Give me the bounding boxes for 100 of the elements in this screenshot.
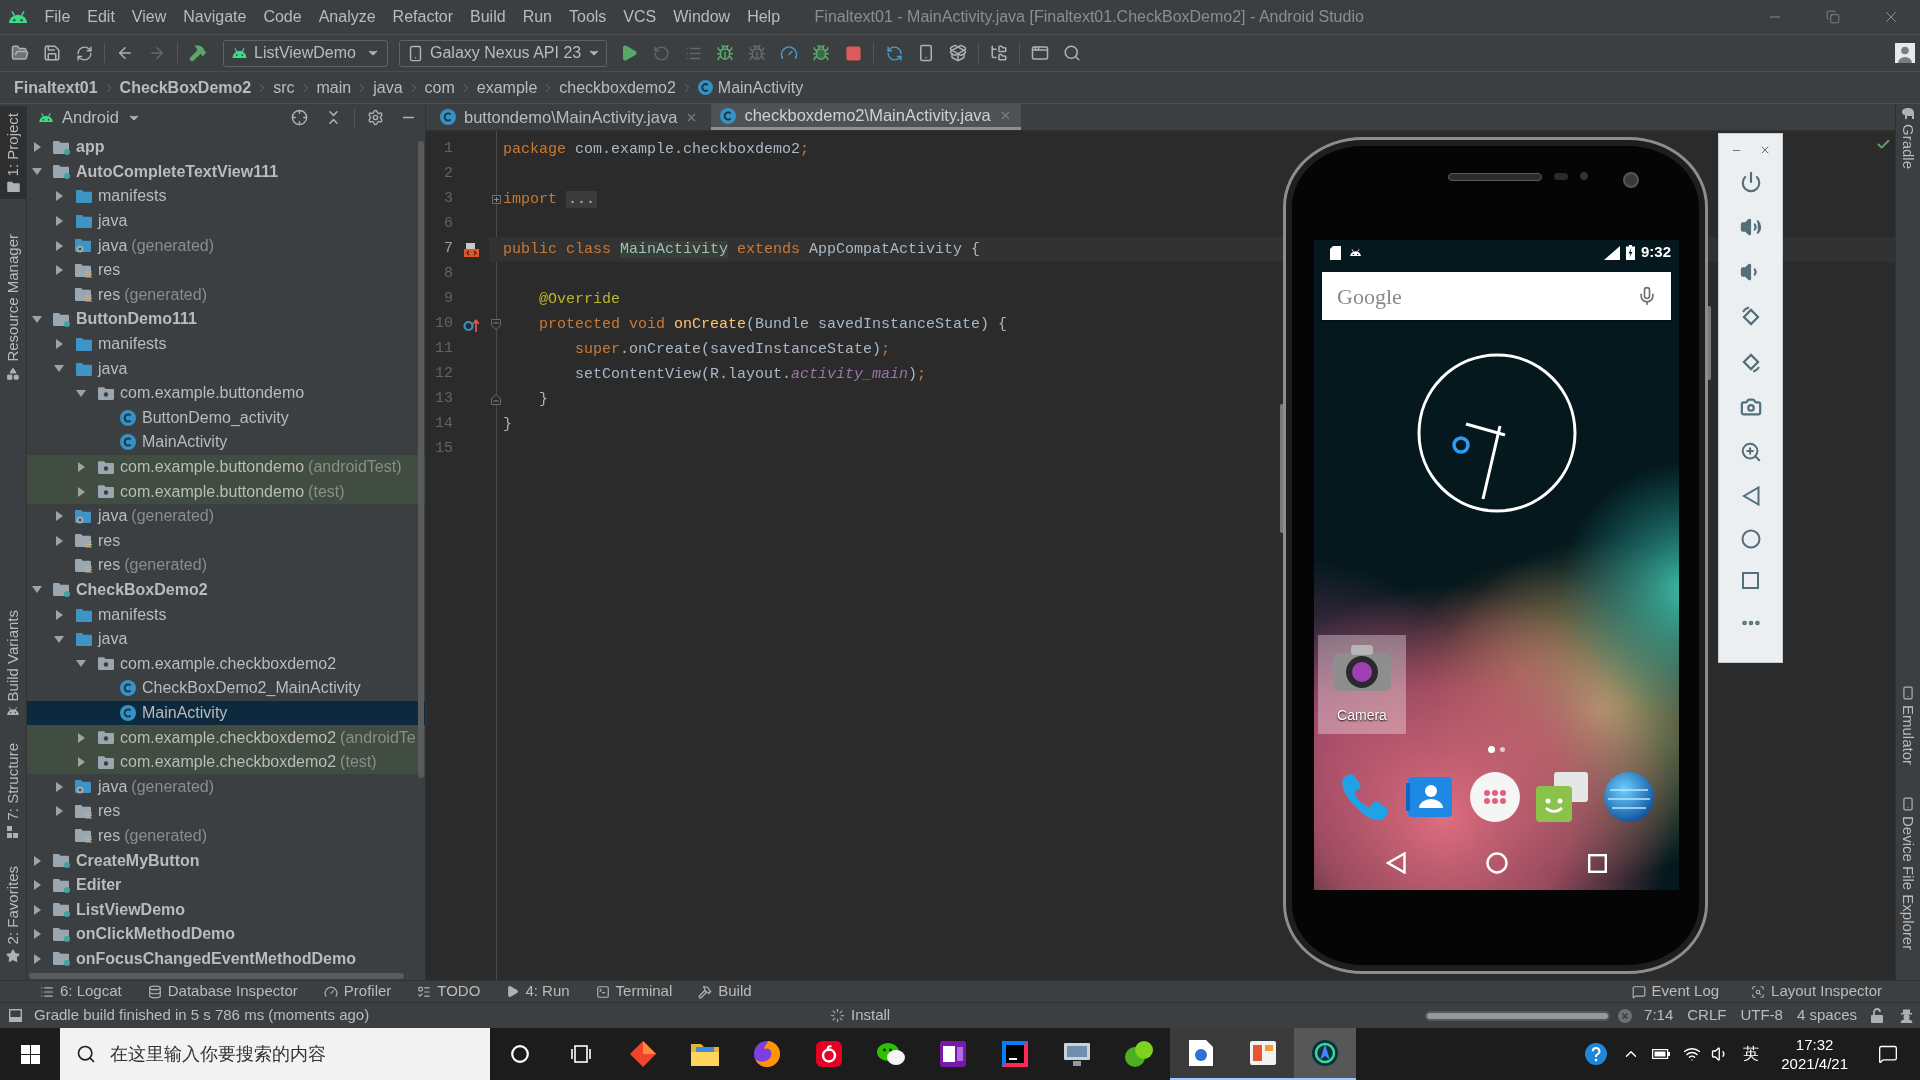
tree-item[interactable]: com.example.buttondemo (test) (27, 479, 425, 504)
menu-item[interactable]: Analyze (310, 7, 385, 27)
fold-plus-icon[interactable] (491, 195, 501, 204)
search-field[interactable]: Google (1322, 272, 1671, 320)
tool-window-button[interactable]: TODO (417, 980, 481, 1003)
tree-item[interactable]: java (27, 626, 425, 652)
save-icon[interactable] (43, 44, 61, 62)
caret-right-icon[interactable] (55, 191, 63, 202)
caret-right-icon[interactable] (33, 880, 41, 891)
caret-right-icon[interactable] (55, 265, 63, 276)
tool-window-button[interactable]: 4: Run (506, 980, 570, 1003)
tool-window-button[interactable]: Event Log (1631, 980, 1720, 1003)
menu-item[interactable]: Run (514, 7, 561, 27)
caret-right-icon[interactable] (33, 953, 41, 964)
indent-setting[interactable]: 4 spaces (1796, 1004, 1857, 1027)
tree-item[interactable]: manifests (27, 602, 425, 627)
tree-item[interactable]: java (27, 356, 425, 381)
caret-position[interactable]: 7:14 (1644, 1004, 1674, 1027)
tool-window-tab[interactable]: 7: Structure (0, 736, 26, 845)
device-dropdown[interactable]: Galaxy Nexus API 23 (399, 39, 607, 67)
tool-window-button[interactable]: Build (698, 980, 752, 1003)
taskbar-app[interactable] (1232, 1028, 1294, 1080)
tree-item[interactable]: CreateMyButton (27, 848, 425, 873)
editor-tab[interactable]: checkboxdemo2\MainActivity.java (711, 104, 1021, 130)
rotate-left-icon[interactable] (1739, 306, 1762, 328)
caret-down-icon[interactable] (32, 586, 42, 594)
circle-icon[interactable] (511, 1045, 529, 1063)
caret-down-icon[interactable] (76, 660, 86, 668)
tool-window-button[interactable]: Terminal (595, 980, 673, 1003)
help-icon[interactable] (1585, 1043, 1608, 1065)
menu-item[interactable]: Navigate (174, 7, 255, 27)
tree-item[interactable]: ButtonDemo_activity (27, 405, 425, 431)
wifi-icon[interactable] (1683, 1045, 1702, 1063)
menu-item[interactable]: Window (664, 7, 739, 27)
breadcrumb-item[interactable]: Finaltext01 (14, 75, 98, 100)
caret-right-icon[interactable] (55, 806, 63, 817)
tool-window-button[interactable]: Layout Inspector (1751, 980, 1882, 1003)
tree-item[interactable]: Editer (27, 872, 425, 898)
caret-right-icon[interactable] (77, 732, 85, 743)
menu-item[interactable]: Code (254, 7, 311, 27)
tree-item[interactable]: com.example.buttondemo (27, 380, 425, 406)
caret-right-icon[interactable] (77, 486, 85, 497)
taskbar-app[interactable] (1294, 1028, 1356, 1080)
taskbar-search-field[interactable]: 在这里输入你要搜索的内容 (60, 1028, 490, 1080)
tree-item[interactable]: CheckBoxDemo2_MainActivity (27, 676, 425, 701)
folder-open-icon[interactable] (11, 44, 29, 62)
caret-right-icon[interactable] (55, 535, 63, 546)
editor-tab[interactable]: buttondemo\MainActivity.java (431, 104, 708, 130)
breadcrumb-item[interactable]: CheckBoxDemo2 (119, 75, 252, 100)
tool-window-tab[interactable]: Device File Explorer (1899, 792, 1917, 954)
scrollbar[interactable] (418, 141, 424, 778)
bug-icon[interactable] (716, 44, 734, 62)
bug-icon[interactable] (812, 44, 830, 62)
fold-end-icon[interactable] (491, 394, 501, 405)
tree-item[interactable]: com.example.checkboxdemo2 (test) (27, 749, 425, 775)
tool-window-button[interactable]: Profiler (323, 980, 392, 1003)
caret-down-icon[interactable] (32, 315, 42, 323)
home-icon[interactable] (1740, 529, 1761, 549)
back-icon[interactable] (1741, 486, 1760, 506)
gauge-icon[interactable] (780, 44, 798, 62)
menu-item[interactable]: Build (461, 7, 515, 27)
app-shortcut[interactable]: Camera (1318, 635, 1406, 734)
menu-item[interactable]: Help (738, 7, 789, 27)
play-icon[interactable] (620, 44, 638, 62)
tree-item[interactable]: com.example.checkboxdemo2 (27, 651, 425, 677)
caret-right-icon[interactable] (55, 511, 63, 522)
tree-item[interactable]: ButtonDemo111 (27, 307, 425, 332)
caret-right-icon[interactable] (33, 904, 41, 915)
breadcrumb-item[interactable]: MainActivity (697, 75, 804, 100)
tool-window-button[interactable]: Database Inspector (147, 980, 298, 1003)
sync-arrows-icon[interactable] (885, 44, 903, 62)
caret-right-icon[interactable] (33, 855, 41, 866)
caret-down-icon[interactable] (32, 168, 42, 176)
person-with-hat-icon[interactable] (1899, 1008, 1914, 1023)
power-icon[interactable] (1739, 171, 1762, 193)
overview-icon[interactable] (1742, 572, 1759, 589)
tree-item[interactable]: CheckBoxDemo2 (27, 577, 425, 603)
tree-item[interactable]: manifests (27, 184, 425, 209)
messaging-icon[interactable] (1535, 772, 1588, 822)
file-encoding[interactable]: UTF-8 (1740, 1004, 1783, 1027)
run-configuration-dropdown[interactable]: ListViewDemo (223, 39, 388, 67)
breadcrumb-item[interactable]: example (476, 75, 538, 100)
caret-down-icon[interactable] (54, 365, 64, 373)
tool-window-tab[interactable]: Build Variants (0, 603, 26, 723)
menu-item[interactable]: Tools (560, 7, 615, 27)
menu-item[interactable]: Refactor (384, 7, 462, 27)
tool-window-tab[interactable]: 2: Favorites (0, 858, 26, 970)
caret-right-icon[interactable] (77, 462, 85, 472)
window-icon[interactable] (1031, 44, 1049, 62)
tree-item[interactable]: res (27, 528, 425, 554)
notification-icon[interactable] (1878, 1044, 1898, 1064)
line-separator[interactable]: CRLF (1687, 1004, 1727, 1027)
tree-item[interactable]: res (27, 257, 425, 283)
caret-right-icon[interactable] (33, 929, 41, 940)
tree-item[interactable]: java (27, 208, 425, 234)
tree-item[interactable]: MainActivity (27, 430, 425, 455)
recents-icon[interactable] (1588, 853, 1607, 873)
mic-icon[interactable] (1637, 286, 1657, 306)
menu-item[interactable]: View (123, 7, 175, 27)
tree-item[interactable]: AutoCompleteTextView111 (27, 159, 425, 185)
